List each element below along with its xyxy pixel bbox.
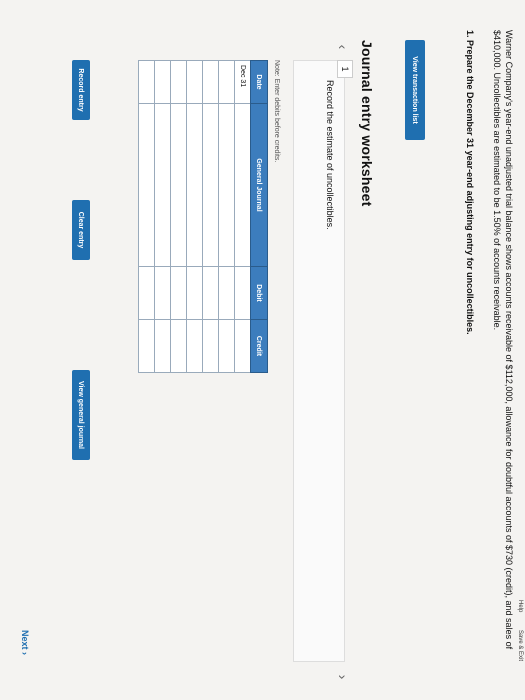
next-entry-button[interactable]: ›	[335, 670, 351, 684]
table-row	[186, 60, 203, 373]
worksheet-title: Journal entry worksheet	[359, 40, 375, 207]
debit-input[interactable]	[202, 266, 219, 320]
table-row	[218, 60, 235, 373]
chevron-left-icon: ‹	[335, 44, 351, 50]
account-input[interactable]	[138, 103, 155, 267]
credit-input[interactable]	[170, 319, 187, 373]
journal-table: Date General Journal Debit Credit Dec 31	[138, 60, 268, 373]
debit-input[interactable]	[234, 266, 251, 320]
table-row: Dec 31	[234, 60, 251, 373]
help-link[interactable]: Help	[517, 600, 523, 612]
chevron-right-icon: ›	[20, 652, 30, 656]
date-cell	[170, 60, 187, 104]
entry-page-number[interactable]: 1	[337, 60, 353, 78]
col-date: Date	[250, 60, 268, 104]
debit-input[interactable]	[218, 266, 235, 320]
view-general-journal-button[interactable]: View general journal	[72, 370, 90, 460]
credit-input[interactable]	[154, 319, 171, 373]
date-cell	[218, 60, 235, 104]
debit-input[interactable]	[138, 266, 155, 320]
debit-input[interactable]	[186, 266, 203, 320]
account-input[interactable]	[154, 103, 171, 267]
table-row	[170, 60, 187, 373]
date-cell	[138, 60, 155, 104]
screen: Help Save & Exit Warner Company's year-e…	[0, 0, 525, 700]
col-credit: Credit	[250, 319, 268, 373]
instruction-panel	[293, 60, 345, 662]
account-input[interactable]	[186, 103, 203, 267]
table-row	[202, 60, 219, 373]
next-label: Next	[20, 630, 30, 650]
account-input[interactable]	[170, 103, 187, 267]
credit-input[interactable]	[234, 319, 251, 373]
debit-input[interactable]	[154, 266, 171, 320]
date-cell	[154, 60, 171, 104]
chevron-right-icon: ›	[335, 674, 351, 680]
account-input[interactable]	[218, 103, 235, 267]
credit-input[interactable]	[218, 319, 235, 373]
next-button[interactable]: Next ›	[20, 630, 30, 655]
date-cell: Dec 31	[234, 60, 251, 104]
account-input[interactable]	[234, 103, 251, 267]
credit-input[interactable]	[138, 319, 155, 373]
credit-input[interactable]	[202, 319, 219, 373]
record-entry-button[interactable]: Record entry	[72, 60, 90, 120]
view-transaction-list-button[interactable]: View transaction list	[405, 40, 425, 140]
problem-statement: Warner Company's year-end unadjusted tri…	[492, 30, 514, 650]
requirement-text: 1. Prepare the December 31 year-end adju…	[465, 30, 475, 335]
col-general-journal: General Journal	[250, 103, 268, 267]
entry-note: Note: Enter debits before credits.	[273, 60, 280, 163]
date-cell	[202, 60, 219, 104]
clear-entry-button[interactable]: Clear entry	[72, 200, 90, 260]
table-row	[154, 60, 171, 373]
col-debit: Debit	[250, 266, 268, 320]
table-row	[138, 60, 155, 373]
account-input[interactable]	[202, 103, 219, 267]
instruction-text: Record the estimate of uncollectibles.	[325, 80, 335, 230]
debit-input[interactable]	[170, 266, 187, 320]
prev-entry-button[interactable]: ‹	[335, 40, 351, 54]
date-cell	[186, 60, 203, 104]
credit-input[interactable]	[186, 319, 203, 373]
save-exit-link[interactable]: Save & Exit	[517, 630, 523, 661]
